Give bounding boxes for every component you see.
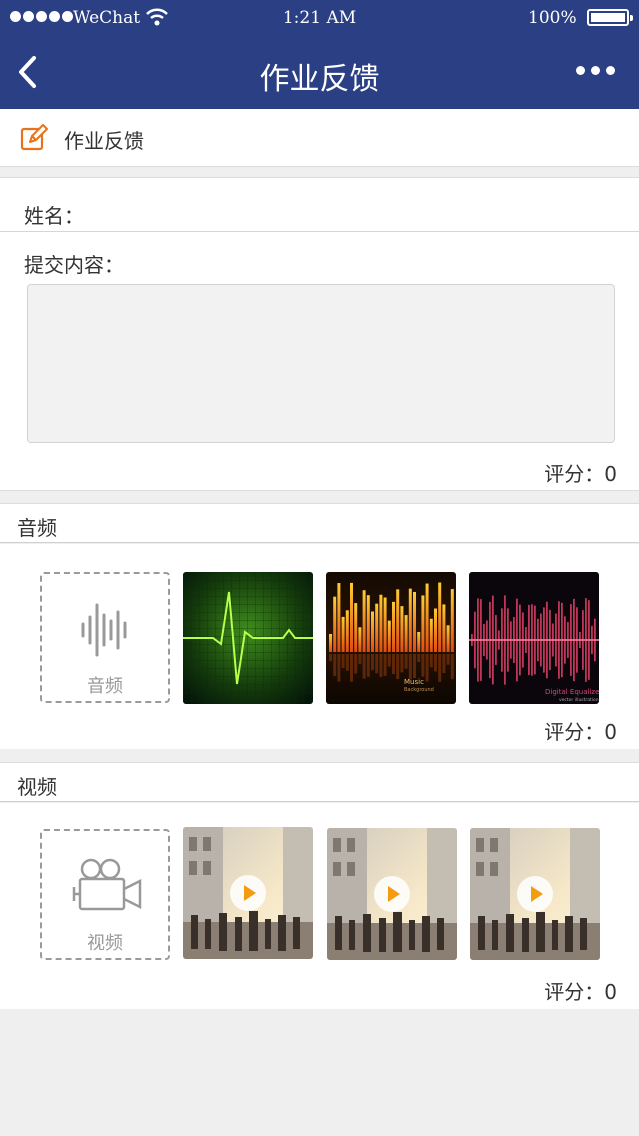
content-textarea[interactable] bbox=[27, 284, 615, 443]
play-icon[interactable] bbox=[374, 876, 410, 912]
video-section-header: 视频 bbox=[0, 762, 639, 802]
video-camera-icon bbox=[72, 858, 142, 911]
page-title: 作业反馈 bbox=[259, 62, 380, 97]
video-score: 评分：0 bbox=[544, 980, 617, 1004]
audio-section-header: 音频 bbox=[0, 503, 639, 543]
audio-thumbnail[interactable]: Music Background bbox=[326, 572, 456, 704]
edit-icon bbox=[20, 124, 48, 151]
music-subcaption: Background bbox=[404, 687, 434, 693]
audio-score: 评分：0 bbox=[544, 720, 617, 744]
audio-wave-icon bbox=[81, 603, 127, 657]
video-section-title: 视频 bbox=[17, 775, 57, 799]
video-thumbnail[interactable] bbox=[470, 828, 600, 960]
submission-form: 姓名： 提交内容： 评分：0 bbox=[0, 177, 639, 491]
battery-percent: 100% bbox=[528, 8, 577, 28]
equalizer-subcaption: vector illustration bbox=[559, 697, 599, 703]
section-header-label: 作业反馈 bbox=[64, 129, 144, 153]
audio-thumbnail[interactable]: Digital Equalizer vector illustration bbox=[469, 572, 599, 704]
status-bar: WeChat 1:21 AM 100% bbox=[0, 0, 639, 36]
section-header: 作业反馈 bbox=[0, 109, 639, 167]
content-score: 评分：0 bbox=[544, 462, 617, 486]
add-video-button[interactable]: 视频 bbox=[40, 829, 170, 960]
content-label: 提交内容： bbox=[24, 253, 124, 277]
add-audio-label: 音频 bbox=[87, 676, 123, 697]
add-audio-button[interactable]: 音频 bbox=[40, 572, 170, 703]
more-menu-icon[interactable] bbox=[576, 66, 615, 75]
name-label: 姓名： bbox=[24, 204, 84, 228]
video-thumbnail[interactable] bbox=[183, 827, 313, 959]
add-video-label: 视频 bbox=[87, 933, 123, 954]
play-icon[interactable] bbox=[230, 875, 266, 911]
video-thumbnail[interactable] bbox=[327, 828, 457, 960]
video-section: 视频 评分：0 bbox=[0, 803, 639, 1009]
battery-icon bbox=[587, 9, 633, 26]
audio-section-title: 音频 bbox=[17, 516, 57, 540]
audio-thumbnail[interactable] bbox=[183, 572, 313, 704]
play-icon[interactable] bbox=[517, 876, 553, 912]
music-caption: Music bbox=[404, 678, 424, 686]
equalizer-caption: Digital Equalizer bbox=[545, 688, 599, 696]
audio-section: 音频 Music Background Digital Equalizer ve… bbox=[0, 544, 639, 749]
divider bbox=[0, 231, 639, 232]
nav-bar: 作业反馈 bbox=[0, 36, 639, 109]
